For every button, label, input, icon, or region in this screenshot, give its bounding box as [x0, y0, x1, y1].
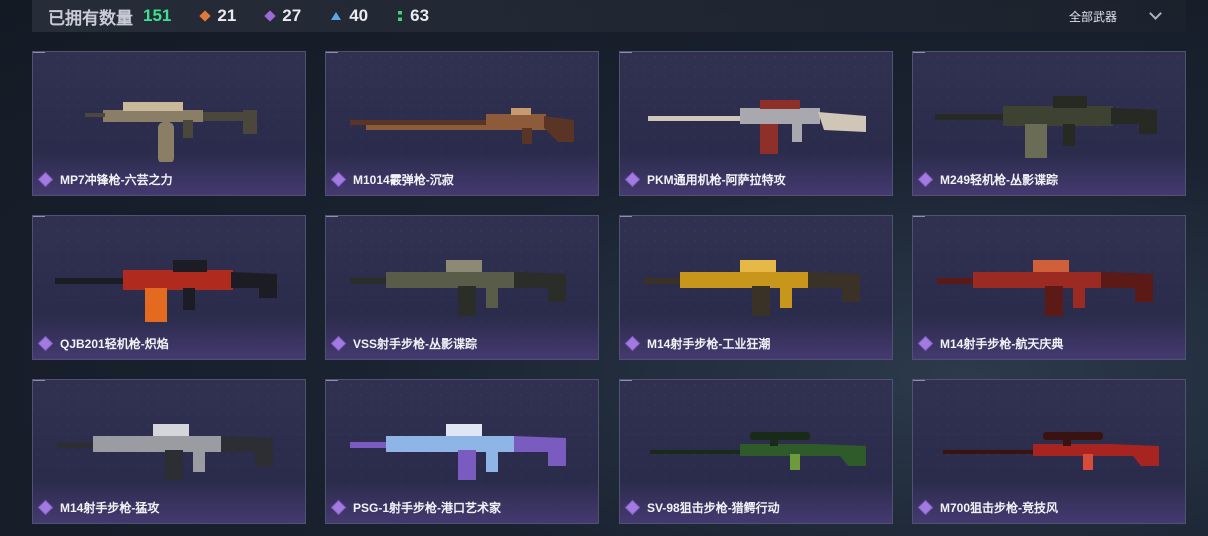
purple-rarity-icon	[332, 173, 345, 186]
weapon-filter-dropdown[interactable]: 全部武器	[1068, 0, 1162, 32]
rarity-count-value: 40	[349, 6, 369, 25]
weapon-skin-image	[620, 62, 894, 162]
purple-rarity-icon	[919, 501, 932, 514]
chevron-down-icon	[1149, 7, 1162, 20]
owned-count-value: 151	[143, 6, 172, 25]
weapon-name-row: M700狙击步枪-竞技风	[919, 499, 1059, 516]
rarity-count-value: 63	[410, 6, 430, 25]
weapon-card[interactable]: MP7冲锋枪-六芸之力	[32, 51, 306, 196]
weapon-name: M14射手步枪-猛攻	[60, 501, 160, 515]
weapon-card[interactable]: M700狙击步枪-竞技风	[912, 379, 1186, 524]
weapon-card[interactable]: M249轻机枪-丛影谍踪	[912, 51, 1186, 196]
weapon-name-row: M14射手步枪-工业狂潮	[626, 335, 771, 352]
weapon-name-row: M1014霰弹枪-沉寂	[332, 171, 454, 188]
weapon-name-row: M14射手步枪-航天庆典	[919, 335, 1064, 352]
purple-rarity-icon	[264, 10, 276, 22]
weapon-name-row: PKM通用机枪-阿萨拉特攻	[626, 171, 786, 188]
weapon-skin-image	[326, 226, 600, 326]
weapon-name: MP7冲锋枪-六芸之力	[60, 173, 173, 187]
weapon-card[interactable]: M14射手步枪-航天庆典	[912, 215, 1186, 360]
weapon-name-row: QJB201轻机枪-炽焰	[39, 335, 169, 352]
weapon-name: PKM通用机枪-阿萨拉特攻	[647, 173, 786, 187]
rarity-count-blue: 40	[331, 6, 368, 26]
weapon-name-row: M14射手步枪-猛攻	[39, 499, 160, 516]
weapon-name: M14射手步枪-航天庆典	[940, 337, 1064, 351]
purple-rarity-icon	[332, 337, 345, 350]
weapon-skin-image	[913, 390, 1187, 490]
green-rarity-icon	[398, 11, 403, 21]
rarity-count-value: 27	[282, 6, 302, 25]
owned-count-label: 已拥有数量	[48, 8, 133, 28]
weapon-skin-image	[33, 62, 307, 164]
weapon-name: SV-98狙击步枪-猎鳄行动	[647, 501, 780, 515]
purple-rarity-icon	[39, 173, 52, 186]
weapon-skin-image	[326, 390, 600, 490]
blue-rarity-icon	[331, 12, 342, 20]
weapon-name-row: MP7冲锋枪-六芸之力	[39, 171, 173, 188]
purple-rarity-icon	[919, 337, 932, 350]
weapon-name: M249轻机枪-丛影谍踪	[940, 173, 1059, 187]
rarity-count-value: 21	[217, 6, 237, 25]
weapon-skin-image	[33, 226, 307, 326]
weapon-card[interactable]: M14射手步枪-猛攻	[32, 379, 306, 524]
rarity-count-purple: 27	[264, 6, 302, 26]
inventory-header-bar: 已拥有数量 151 21 27 40 63 全部武器	[32, 0, 1186, 32]
weapon-name: PSG-1射手步枪-港口艺术家	[353, 501, 502, 515]
weapon-card[interactable]: PSG-1射手步枪-港口艺术家	[325, 379, 599, 524]
weapon-name: VSS射手步枪-丛影谍踪	[353, 337, 478, 351]
purple-rarity-icon	[626, 173, 639, 186]
weapon-skin-image	[913, 62, 1187, 162]
weapon-skin-image	[33, 390, 307, 490]
orange-rarity-icon	[199, 10, 212, 22]
weapon-name: QJB201轻机枪-炽焰	[60, 337, 169, 351]
weapon-name: M700狙击步枪-竞技风	[940, 501, 1059, 515]
weapon-skin-image	[620, 390, 894, 490]
weapon-name: M14射手步枪-工业狂潮	[647, 337, 771, 351]
weapon-card[interactable]: VSS射手步枪-丛影谍踪	[325, 215, 599, 360]
purple-rarity-icon	[626, 337, 639, 350]
weapon-name-row: SV-98狙击步枪-猎鳄行动	[626, 499, 780, 516]
purple-rarity-icon	[39, 337, 52, 350]
weapon-name: M1014霰弹枪-沉寂	[353, 173, 454, 187]
rarity-count-green: 63	[398, 6, 429, 26]
rarity-count-orange: 21	[199, 6, 237, 26]
weapon-skin-image	[620, 226, 894, 326]
weapon-name-row: PSG-1射手步枪-港口艺术家	[332, 499, 502, 516]
purple-rarity-icon	[626, 501, 639, 514]
weapon-name-row: VSS射手步枪-丛影谍踪	[332, 335, 478, 352]
weapon-card[interactable]: PKM通用机枪-阿萨拉特攻	[619, 51, 893, 196]
weapon-card[interactable]: M14射手步枪-工业狂潮	[619, 215, 893, 360]
weapon-card[interactable]: SV-98狙击步枪-猎鳄行动	[619, 379, 893, 524]
purple-rarity-icon	[39, 501, 52, 514]
weapon-filter-label: 全部武器	[1068, 9, 1117, 24]
weapon-skin-image	[326, 62, 600, 162]
purple-rarity-icon	[919, 173, 932, 186]
weapon-name-row: M249轻机枪-丛影谍踪	[919, 171, 1059, 188]
weapon-skin-image	[913, 226, 1187, 326]
purple-rarity-icon	[332, 501, 345, 514]
weapon-card[interactable]: QJB201轻机枪-炽焰	[32, 215, 306, 360]
weapon-card[interactable]: M1014霰弹枪-沉寂	[325, 51, 599, 196]
